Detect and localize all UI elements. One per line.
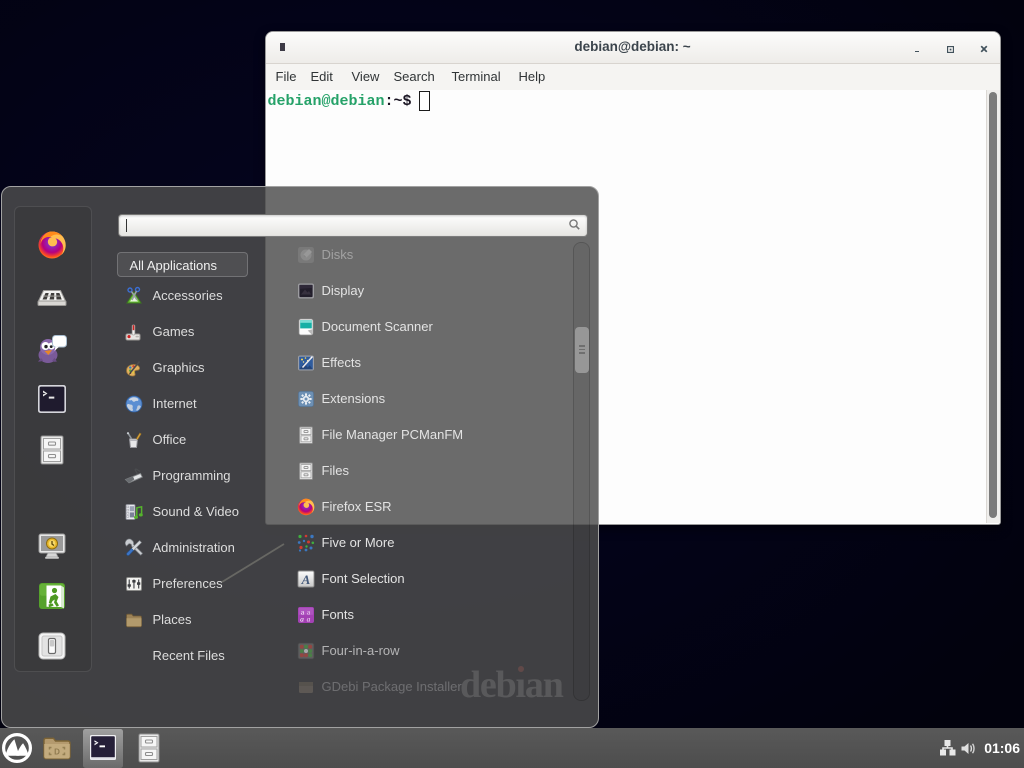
svg-text:D: D [54, 748, 60, 757]
